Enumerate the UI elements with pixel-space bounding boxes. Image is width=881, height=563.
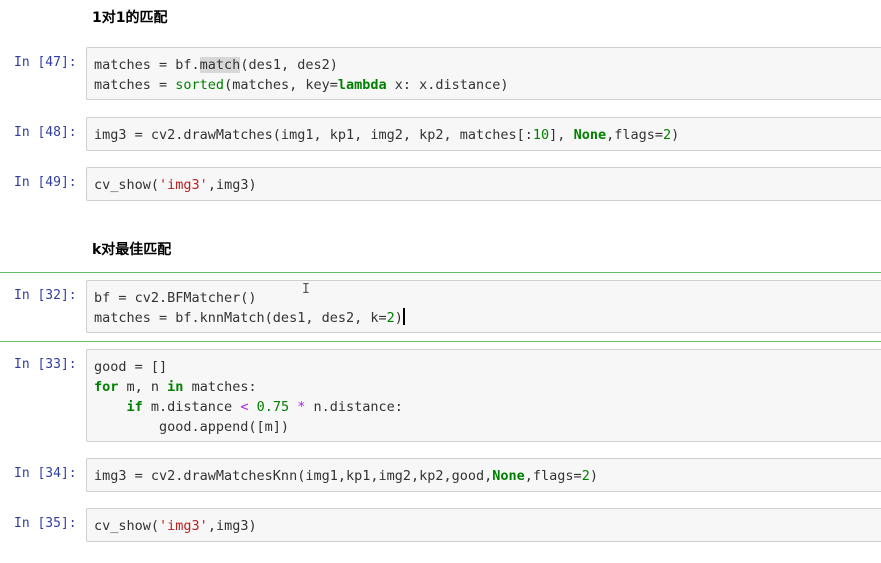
code-editor[interactable]: bf = cv2.BFMatcher() matches = bf.knnMatc… — [94, 288, 881, 328]
code-line[interactable]: good.append([m]) — [94, 417, 881, 437]
code-editor[interactable]: img3 = cv2.drawMatches(img1, kp1, img2, … — [94, 125, 881, 145]
markdown-heading-knn[interactable]: k对最佳匹配 — [92, 239, 171, 259]
code-token: ) — [589, 468, 598, 484]
code-line[interactable]: matches = sorted(matches, key=lambda x: … — [94, 75, 881, 95]
cell-prompt: In [35]: — [14, 516, 77, 531]
code-token: matches: — [183, 379, 257, 395]
code-input[interactable]: cv_show('img3',img3) — [86, 508, 881, 542]
cell-prompt: In [33]: — [14, 357, 77, 372]
code-token: 10 — [532, 127, 550, 143]
code-token: ,img3) — [207, 518, 257, 534]
code-token: for — [94, 379, 119, 395]
code-token: 2 — [662, 127, 672, 143]
code-token: 2 — [386, 310, 395, 326]
code-token: matches = bf. — [94, 57, 200, 73]
code-token: 'img3' — [159, 177, 208, 193]
code-token: cv_show( — [94, 518, 160, 534]
cell-prompt: In [48]: — [14, 125, 77, 140]
code-line[interactable]: if m.distance < 0.75 * n.distance: — [94, 397, 881, 417]
code-token: if — [126, 399, 143, 415]
code-line[interactable]: matches = bf.knnMatch(des1, des2, k=2) — [94, 308, 881, 328]
code-editor[interactable]: matches = bf.match(des1, des2) matches = … — [94, 55, 881, 95]
text-caret — [402, 308, 405, 325]
code-token: 2 — [581, 468, 590, 484]
cell-prompt: In [47]: — [14, 55, 77, 70]
code-token: m.distance — [142, 399, 241, 415]
code-token: m, n — [118, 379, 168, 395]
code-line[interactable]: for m, n in matches: — [94, 377, 881, 397]
code-token: matches = — [94, 77, 176, 93]
code-token: bf = cv2.BFMatcher() — [94, 290, 257, 306]
code-token: None — [573, 127, 607, 143]
code-token: ) — [394, 310, 403, 326]
code-token: 0.75 — [256, 399, 290, 415]
code-editor[interactable]: img3 = cv2.drawMatchesKnn(img1,kp1,img2,… — [94, 466, 881, 486]
code-token: ,img3) — [207, 177, 257, 193]
code-token: (des1, des2) — [240, 57, 338, 73]
code-token: (matches, key= — [224, 77, 338, 93]
code-input[interactable]: bf = cv2.BFMatcher() matches = bf.knnMatc… — [86, 280, 881, 333]
code-token: ,flags= — [606, 127, 663, 143]
code-token: matches = bf.knnMatch(des1, des2, k= — [94, 310, 387, 326]
code-token: ], — [549, 127, 574, 143]
code-token: ) — [671, 127, 680, 143]
code-line[interactable]: good = [] — [94, 357, 881, 377]
code-token: lambda — [337, 77, 387, 93]
code-line[interactable]: cv_show('img3',img3) — [94, 175, 881, 195]
code-token: x: x.distance) — [386, 77, 509, 93]
code-token: n.distance: — [305, 399, 403, 415]
code-token: good = [] — [94, 359, 168, 375]
code-line[interactable]: matches = bf.match(des1, des2) — [94, 55, 881, 75]
code-token: ,flags= — [524, 468, 582, 484]
code-line[interactable]: cv_show('img3',img3) — [94, 516, 881, 536]
code-input[interactable]: cv_show('img3',img3) — [86, 167, 881, 201]
code-line[interactable]: img3 = cv2.drawMatches(img1, kp1, img2, … — [94, 125, 881, 145]
code-token: None — [492, 468, 525, 484]
code-token: cv_show( — [94, 177, 160, 193]
code-token: 'img3' — [159, 518, 208, 534]
code-line[interactable]: bf = cv2.BFMatcher() — [94, 288, 881, 308]
cell-prompt: In [32]: — [14, 288, 77, 303]
selected-cell-top-border — [0, 272, 881, 273]
code-line[interactable]: img3 = cv2.drawMatchesKnn(img1,kp1,img2,… — [94, 466, 881, 486]
code-input[interactable]: img3 = cv2.drawMatchesKnn(img1,kp1,img2,… — [86, 458, 881, 492]
code-input[interactable]: good = [] for m, n in matches: if m.dista… — [86, 349, 881, 442]
code-editor[interactable]: cv_show('img3',img3) — [94, 516, 881, 536]
code-token: good.append([m]) — [94, 419, 290, 435]
code-token: match — [199, 57, 241, 73]
code-token: in — [167, 379, 184, 395]
cell-prompt: In [49]: — [14, 175, 77, 190]
code-editor[interactable]: good = [] for m, n in matches: if m.dista… — [94, 357, 881, 437]
code-token: sorted — [175, 77, 225, 93]
code-token: img3 = cv2.drawMatches(img1, kp1, img2, … — [94, 127, 533, 143]
selected-cell-bottom-border — [0, 341, 881, 342]
code-editor[interactable]: cv_show('img3',img3) — [94, 175, 881, 195]
markdown-heading-one-to-one[interactable]: 1对1的匹配 — [92, 7, 167, 27]
code-input[interactable]: img3 = cv2.drawMatches(img1, kp1, img2, … — [86, 117, 881, 151]
cell-prompt: In [34]: — [14, 466, 77, 481]
code-token: img3 = cv2.drawMatchesKnn(img1,kp1,img2,… — [94, 468, 493, 484]
code-input[interactable]: matches = bf.match(des1, des2) matches = … — [86, 47, 881, 100]
text-cursor-icon: I — [302, 282, 310, 297]
